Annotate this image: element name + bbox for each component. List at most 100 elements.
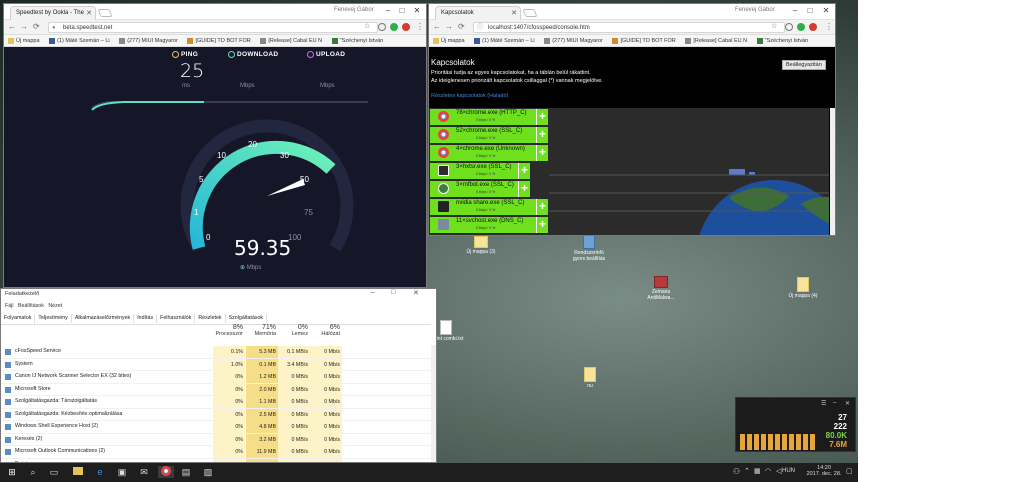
volume-icon[interactable]: ◁ (776, 467, 781, 475)
close-icon[interactable]: ✕ (845, 400, 850, 407)
search-icon[interactable]: ⌕ (27, 466, 39, 478)
table-row[interactable]: Canon IJ Network Scanner Selector EX (32… (1, 371, 431, 384)
column-header-cpu[interactable]: 8% Processzor (213, 324, 243, 337)
table-row[interactable]: Keresés (2) 0% 3.2 MB 0 MB/s 0 Mb/s (1, 433, 431, 446)
forward-icon[interactable]: → (445, 22, 453, 31)
profile-name[interactable]: Fenevej Gábor (334, 7, 374, 13)
details-link[interactable]: Részletes kapcsolatok (Haladó) (431, 93, 508, 99)
table-row[interactable]: Windows Shell Experience Host (2) 0% 4.8 M… (1, 421, 431, 434)
table-row[interactable]: Microsoft Store 0% 2.0 MB 0 MB/s 0 Mb/s (1, 383, 431, 396)
maximize-icon[interactable]: □ (391, 289, 395, 296)
bookmark-item[interactable]: [GUIDE] TO BOT FOR (187, 37, 251, 44)
reload-icon[interactable]: ⟳ (33, 22, 40, 31)
desktop-icon-zemana[interactable]: Zemana AntiMalwa... (643, 276, 679, 301)
chevron-up-icon[interactable]: ⌃ (744, 467, 750, 475)
back-icon[interactable]: ← (433, 22, 441, 31)
close-tab-icon[interactable]: ✕ (86, 7, 92, 20)
table-row[interactable]: System 1.0% 0.1 MB 3.4 MB/s 0 Mb/s (1, 358, 431, 371)
desktop-icon-sysinfo[interactable]: Rendszerinfó gyors beállítás (571, 234, 607, 262)
scrollbar[interactable] (830, 108, 835, 235)
connection-row[interactable]: 52×chrome.exe (SSL_C) 0 kbps / 0 % + (430, 127, 548, 143)
tab-speedtest[interactable]: Speedtest by Ookla - The ✕ (10, 6, 96, 20)
desktop-icon-folder-4[interactable]: Új mappa (4) (785, 277, 821, 299)
people-icon[interactable]: ⚇ (733, 467, 740, 476)
column-header-network[interactable]: 6% Hálózat (310, 324, 340, 337)
menu-options[interactable]: Beállítások (18, 303, 44, 309)
tab-services[interactable]: Szolgáltatások (226, 314, 268, 323)
expand-plus-button[interactable]: + (536, 199, 548, 215)
tab-app-history[interactable]: Alkalmazáselőzmények (72, 314, 135, 323)
minimize-icon[interactable]: – (789, 6, 801, 15)
notifications-icon[interactable]: ▢ (846, 467, 853, 475)
reload-icon[interactable]: ⟳ (458, 22, 465, 31)
url-input[interactable]: ● beta.speedtest.net (48, 22, 378, 33)
language-indicator[interactable]: HUN (782, 468, 795, 474)
extension-icon[interactable] (785, 23, 793, 31)
task-view-icon[interactable]: ▭ (48, 466, 60, 478)
close-tab-icon[interactable]: ✕ (511, 7, 517, 20)
new-tab-button[interactable] (97, 9, 113, 17)
star-icon[interactable]: ☆ (364, 22, 370, 30)
clock[interactable]: 14:20 2017. dec. 28. (805, 465, 843, 477)
extension-icon[interactable] (390, 23, 398, 31)
expand-plus-button[interactable]: + (518, 163, 530, 179)
menu-icon[interactable]: ⋮ (825, 22, 833, 31)
bookmark-item[interactable]: "Széchenyi István (331, 37, 383, 44)
expand-plus-button[interactable]: + (536, 109, 548, 125)
table-row[interactable]: Szolgáltatásgazda: Társzolgáltatás 0% 1.1 … (1, 396, 431, 409)
star-icon[interactable]: ☆ (771, 22, 777, 30)
table-row[interactable]: cFosSpeed Service 0.1% 5.3 MB 0.1 MB/s 0 Mb/… (1, 346, 431, 359)
bookmark-item[interactable]: (1) Máté Szemán – Li (474, 37, 535, 44)
bookmark-item[interactable]: Új mappa (433, 37, 465, 44)
maximize-icon[interactable]: □ (804, 6, 816, 15)
expand-plus-button[interactable]: + (536, 127, 548, 143)
bookmark-item[interactable]: [GUIDE] TO BOT FOR (612, 37, 676, 44)
close-icon[interactable]: ✕ (411, 6, 423, 15)
scrollbar[interactable] (431, 345, 436, 462)
new-tab-button[interactable] (522, 9, 538, 17)
cmd-icon[interactable]: ▤ (180, 466, 192, 478)
tab-startup[interactable]: Indítás (134, 314, 158, 323)
extension-icon[interactable] (809, 23, 817, 31)
connection-row[interactable]: 78×chrome.exe (HTTP_C) 0 kbps / 0 % + (430, 109, 548, 125)
connection-row[interactable]: nvidia share.exe (SSL_C) 0 kbps / 0 % + (430, 199, 548, 215)
forward-icon[interactable]: → (20, 22, 28, 31)
tab-processes[interactable]: Folyamatok (1, 314, 36, 324)
extension-icon[interactable] (797, 23, 805, 31)
maximize-icon[interactable]: □ (396, 6, 408, 15)
chrome-taskbar-icon[interactable] (158, 466, 174, 478)
connection-row[interactable]: 11×svchost.exe (DNS_C) 0 kbps / 0 % + (430, 217, 548, 233)
minimize-icon[interactable]: – (833, 400, 836, 406)
desktop-icon-nu[interactable]: nu (572, 367, 608, 389)
bookmark-item[interactable]: (277) MIUI Magyaror (119, 37, 178, 44)
settings-button[interactable]: Beállegyazitán (782, 60, 826, 70)
bookmark-item[interactable]: [Release] Cabal EU N (685, 37, 747, 44)
minimize-icon[interactable]: – (382, 6, 394, 15)
edge-icon[interactable]: e (94, 466, 106, 478)
bookmark-item[interactable]: (1) Máté Szemán – Li (49, 37, 110, 44)
tab-users[interactable]: Felhasználók (157, 314, 196, 323)
close-icon[interactable]: ✕ (820, 6, 832, 15)
profile-name[interactable]: Fenevej Gábor (735, 7, 775, 13)
connection-row[interactable]: 4×chrome.exe (Unknown) 0 kbps / 0 % + (430, 145, 548, 161)
table-row[interactable]: Szolgáltatásgazda: Kézbesítés optimalizá… (1, 408, 431, 421)
extension-icon[interactable] (378, 23, 386, 31)
bookmark-item[interactable]: [Release] Cabal EU N (260, 37, 322, 44)
tab-performance[interactable]: Teljesítmény (35, 314, 72, 323)
store-icon[interactable]: ▣ (116, 466, 128, 478)
url-input[interactable]: ⓘ localhost:1407/cfosspeed/console.htm (473, 22, 785, 33)
column-header-disk[interactable]: 0% Lemez (278, 324, 308, 337)
table-row[interactable]: Microsoft Outlook Communications (2) 0% 11… (1, 446, 431, 459)
bookmark-item[interactable]: "Széchenyi István (756, 37, 808, 44)
app-icon[interactable]: ▨ (202, 466, 214, 478)
meter-menu-icon[interactable]: ☰ (821, 400, 826, 407)
minimize-icon[interactable]: – (371, 289, 375, 296)
bookmark-item[interactable]: (277) MIUI Magyaror (544, 37, 603, 44)
column-header-memory[interactable]: 71% Memória (246, 324, 276, 337)
menu-icon[interactable]: ⋮ (416, 22, 424, 31)
tab-kapcsolatok[interactable]: Kapcsolatok ✕ (435, 6, 521, 20)
network-icon[interactable]: ▦ (754, 467, 761, 475)
expand-plus-button[interactable]: + (536, 217, 548, 233)
close-icon[interactable]: ✕ (413, 289, 419, 297)
mail-icon[interactable]: ✉ (138, 466, 150, 478)
